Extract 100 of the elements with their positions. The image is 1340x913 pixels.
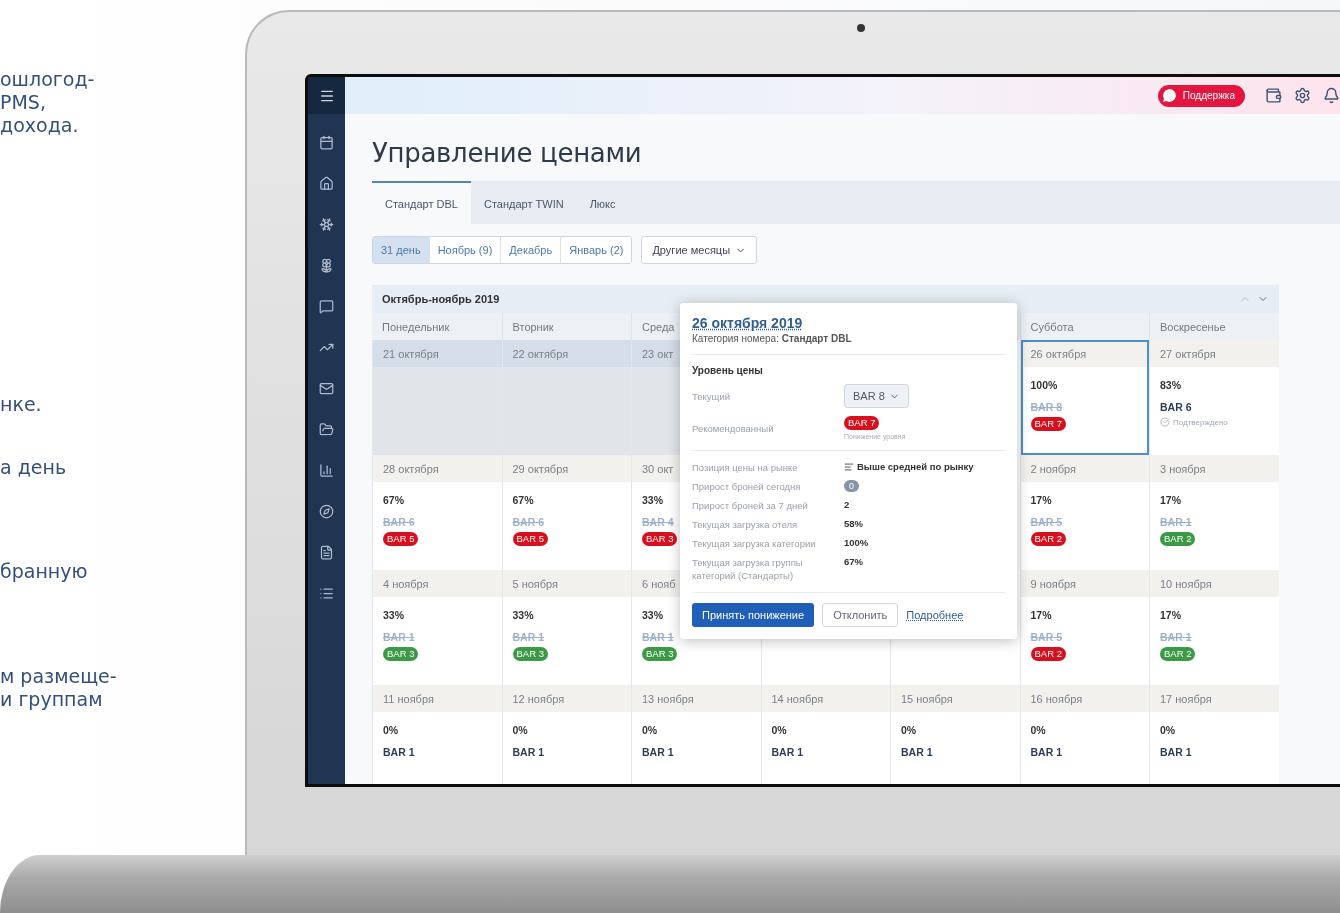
day-date: 9 ноября — [1030, 577, 1077, 590]
calendar-title: Октябрь-ноябрь 2019 — [382, 293, 500, 305]
occupancy-value: 67% — [383, 494, 404, 506]
confirmed-note: Подтверждено — [1173, 417, 1228, 427]
stat-value: Выше средней по рынку — [857, 461, 974, 472]
price-level: BAR 1 — [1160, 746, 1192, 758]
price-level: BAR 4 — [642, 516, 674, 528]
occupancy-value: 0% — [771, 724, 787, 736]
day-date: 14 ноября — [771, 692, 824, 705]
occupancy-value: 83% — [1160, 379, 1181, 391]
weekday-header: Суббота — [1030, 320, 1074, 333]
day-date: 15 ноября — [901, 692, 953, 705]
day-date: 23 окт — [642, 347, 674, 360]
recommended-level-tag: BAR 2 — [1030, 532, 1066, 546]
price-level: BAR 6 — [383, 516, 415, 528]
occupancy-value: 17% — [1160, 609, 1181, 621]
day-date: 29 октября — [512, 462, 569, 475]
price-level: BAR 1 — [1160, 631, 1192, 643]
page-title: Управление ценами — [372, 138, 643, 168]
occupancy-value: 33% — [383, 609, 404, 621]
promo-paragraph: м размеще- и группам — [0, 665, 118, 711]
stat-label: Текущая загрузка категории — [692, 537, 817, 550]
occupancy-value: 0% — [901, 724, 917, 736]
weekday-header: Понедельник — [382, 320, 450, 333]
occupancy-value: 33% — [642, 494, 663, 506]
promo-paragraph: ошлогод- PMS, дохода. — [0, 68, 96, 137]
day-date: 17 ноября — [1160, 692, 1212, 705]
section-title: Уровень цены — [692, 365, 764, 376]
stat-value: 58% — [844, 518, 864, 529]
promo-paragraph: нке. — [0, 393, 43, 416]
occupancy-value: 17% — [1030, 609, 1052, 621]
field-label: Рекомендованный — [692, 421, 775, 435]
price-level: BAR 1 — [1030, 746, 1062, 758]
recommended-level-tag: BAR 7 — [844, 416, 880, 430]
recommended-level-tag: BAR 2 — [1160, 647, 1196, 661]
weekday-header: Воскресенье — [1160, 320, 1226, 333]
occupancy-value: 0% — [383, 724, 399, 736]
recommended-level-tag: BAR 5 — [512, 532, 548, 546]
occupancy-value: 0% — [642, 724, 658, 736]
occupancy-value: 0% — [1160, 724, 1176, 736]
room-category: Категория номера: Стандарт DBL — [692, 333, 853, 344]
occupancy-value: 33% — [512, 609, 534, 621]
recommended-level-tag: BAR 3 — [383, 647, 419, 661]
recommended-level-tag: BAR 7 — [1030, 417, 1066, 431]
stat-label: Позиция цены на рынке — [692, 461, 799, 474]
price-level: BAR 5 — [1030, 516, 1062, 528]
price-level: BAR 1 — [383, 746, 415, 758]
day-date: 22 октября — [512, 347, 569, 360]
price-level: BAR 1 — [1160, 516, 1192, 528]
price-level: BAR 5 — [1030, 631, 1062, 643]
price-level: BAR 8 — [1030, 401, 1062, 413]
recommended-level-tag: BAR 2 — [1160, 532, 1196, 546]
weekday-header: Среда — [642, 320, 675, 333]
day-date: 12 ноября — [512, 692, 565, 705]
day-date: 11 ноября — [383, 692, 434, 705]
day-date: 5 ноября — [512, 577, 559, 590]
occupancy-value: 67% — [512, 494, 534, 506]
promo-paragraph: бранную — [0, 560, 89, 583]
occupancy-value: 100% — [1030, 379, 1058, 391]
stat-label: Текущая загрузка отеля — [692, 518, 799, 531]
count-badge: 0 — [844, 480, 859, 492]
price-level: BAR 6 — [512, 516, 544, 528]
stat-value: 100% — [844, 537, 870, 548]
occupancy-value: 17% — [1030, 494, 1052, 506]
day-date: 27 октября — [1160, 347, 1216, 360]
stat-value: 2 — [844, 499, 851, 510]
price-level: BAR 1 — [642, 746, 674, 758]
stat-label: Прирост броней за 7 дней — [692, 499, 809, 512]
recommended-level-tag: BAR 2 — [1030, 647, 1066, 661]
price-level: BAR 1 — [512, 631, 544, 643]
price-level: BAR 6 — [1160, 401, 1192, 413]
recommended-level-tag: BAR 5 — [383, 532, 419, 546]
day-date: 3 ноября — [1160, 462, 1206, 475]
field-label: Текущий — [692, 389, 731, 403]
day-date: 4 ноября — [383, 577, 429, 590]
day-date: 26 октября — [1030, 347, 1087, 360]
occupancy-value: 33% — [642, 609, 663, 621]
day-date: 21 октября — [383, 347, 439, 360]
promo-paragraph: а день — [0, 456, 68, 479]
price-level: BAR 1 — [512, 746, 544, 758]
occupancy-value: 0% — [512, 724, 528, 736]
occupancy-value: 17% — [1160, 494, 1181, 506]
day-date: 13 ноября — [642, 692, 694, 705]
recommended-level-tag: BAR 3 — [512, 647, 548, 661]
stat-label: Текущая загрузка группы категорий (Стандарты) — [692, 556, 804, 582]
recommended-level-tag: BAR 3 — [642, 532, 678, 546]
weekday-header: Вторник — [512, 320, 554, 333]
stat-value: 67% — [844, 556, 864, 567]
price-level: BAR 1 — [642, 631, 674, 643]
price-level: BAR 1 — [771, 746, 803, 758]
stat-label: Прирост броней сегодня — [692, 480, 802, 493]
day-date: 2 ноября — [1030, 462, 1077, 475]
day-date: 28 октября — [383, 462, 439, 475]
price-level: BAR 1 — [901, 746, 933, 758]
recommended-level-tag: BAR 3 — [642, 647, 678, 661]
day-date: 16 ноября — [1030, 692, 1083, 705]
day-date: 10 ноября — [1160, 577, 1212, 590]
price-level: BAR 1 — [383, 631, 415, 643]
occupancy-value: 0% — [1030, 724, 1046, 736]
day-date: 30 окт — [642, 462, 674, 475]
